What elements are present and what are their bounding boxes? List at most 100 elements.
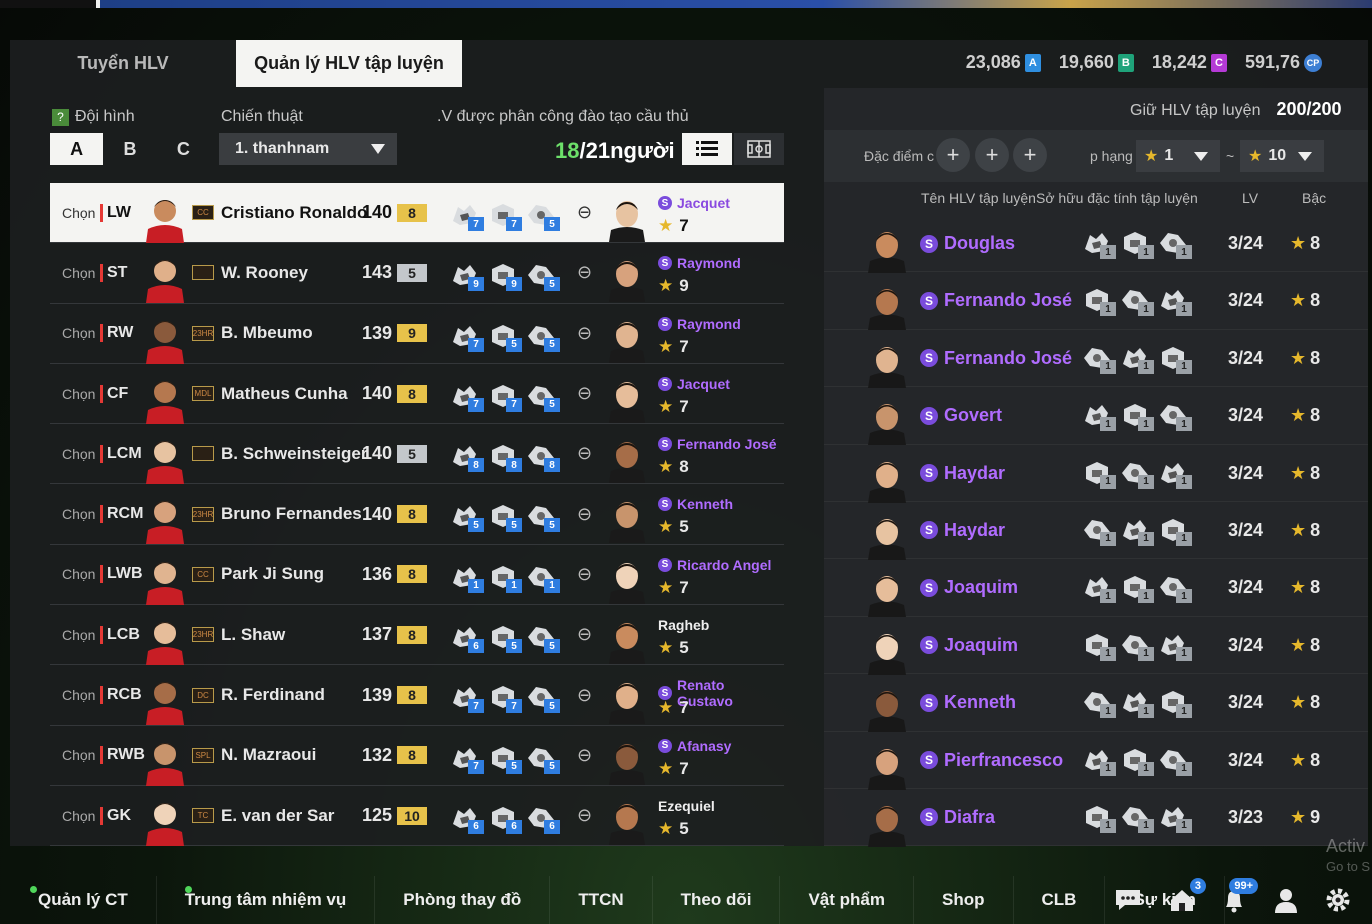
player-row[interactable]: Chọn ST W. Rooney 143 5 9 9 5 ⊖ S Raymond ★ 9 [50,243,784,304]
coach-star-value: 7 [679,336,689,356]
choose-button[interactable]: Chọn [62,386,95,402]
training-trait-icon: 1 [1082,631,1116,661]
list-view-button[interactable] [682,133,732,165]
assigned-coach-name: S Raymond [658,255,741,271]
tab-recruit-coach[interactable]: Tuyển HLV [10,40,236,87]
coach-row[interactable]: S Pierfrancesco 1 1 1 3/24 ★ 8 [824,732,1368,790]
special-coach-badge-icon: S [920,808,938,827]
coach-row[interactable]: S Diafra 1 1 1 3/23 ★ 9 [824,789,1368,847]
coach-row[interactable]: S Kenneth 1 1 1 3/24 ★ 8 [824,674,1368,733]
coach-row[interactable]: S Douglas 1 1 1 3/24 ★ 8 [824,215,1368,273]
coach-row[interactable]: S Joaquim 1 1 1 3/24 ★ 8 [824,559,1368,618]
col-owned-traits: Sở hữu đặc tính tập luyện [1036,190,1198,206]
choose-button[interactable]: Chọn [62,566,95,582]
bottom-nav-item[interactable]: Trung tâm nhiệm vụ [157,876,376,924]
bottom-nav-item[interactable]: Shop [914,876,1014,924]
coach-row[interactable]: S Fernando José 1 1 1 3/24 ★ 8 [824,330,1368,388]
squad-c-button[interactable]: C [157,133,210,165]
coach-row[interactable]: S Govert 1 1 1 3/24 ★ 8 [824,387,1368,446]
coach-row[interactable]: S Joaquim 1 1 1 3/24 ★ 8 [824,617,1368,675]
player-row[interactable]: Chọn LCM B. Schweinsteiger 140 5 8 8 8 ⊖ S Fernand… [50,424,784,485]
coach-star-rating: ★ 7 [658,698,689,718]
link-icon[interactable]: ⊖ [577,323,592,344]
star-icon: ★ [1290,347,1307,368]
choose-button[interactable]: Chọn [62,808,95,824]
link-icon[interactable]: ⊖ [577,685,592,706]
choose-button[interactable]: Chọn [62,627,95,643]
bottom-nav-item[interactable]: Phòng thay đồ [375,876,551,924]
player-row[interactable]: Chọn RW 23HR B. Mbeumo 139 9 7 5 5 ⊖ S Raymond ★ 7 [50,304,784,364]
choose-button[interactable]: Chọn [62,205,95,221]
bottom-nav-item[interactable]: Theo dõi [653,876,781,924]
player-row[interactable]: Chọn LWB CC Park Ji Sung 136 8 1 1 1 ⊖ S Ricardo An… [50,545,784,606]
link-icon[interactable]: ⊖ [577,202,592,223]
link-icon[interactable]: ⊖ [577,262,592,283]
link-icon[interactable]: ⊖ [577,564,592,585]
trait-level-badge: 1 [1100,245,1116,259]
coach-row[interactable]: S Fernando José 1 1 1 3/24 ★ 8 [824,272,1368,331]
player-row[interactable]: Chọn LW CC Cristiano Ronaldo 140 8 7 7 5 ⊖ S Jacque… [50,183,784,244]
player-row[interactable]: Chọn CF MDL Matheus Cunha 140 8 7 7 5 ⊖ S Jacquet ★ 7 [50,364,784,425]
trait-level-badge: 1 [1176,531,1192,546]
home-button[interactable]: 3 [1164,878,1206,920]
player-ovr: 140 [362,443,393,464]
add-feature-filter-2[interactable]: + [975,138,1009,172]
rank-from-select[interactable]: ★ 1 [1136,140,1220,172]
coach-owned-traits: 1 1 1 [1082,688,1192,719]
rank-to-select[interactable]: ★ 10 [1240,140,1324,172]
currency-cp-icon: CP [1304,53,1322,72]
link-icon[interactable]: ⊖ [577,383,592,404]
choose-button[interactable]: Chọn [62,325,95,341]
link-icon[interactable]: ⊖ [577,624,592,645]
link-icon[interactable]: ⊖ [577,443,592,464]
link-icon[interactable]: ⊖ [577,745,592,766]
link-icon[interactable]: ⊖ [577,805,592,826]
trait-level-badge: 1 [1100,417,1116,432]
squad-a-button[interactable]: A [50,133,104,165]
tactic-dropdown[interactable]: 1. thanhnam [219,133,397,165]
link-icon[interactable]: ⊖ [577,504,592,525]
chat-button[interactable] [1110,884,1146,920]
help-icon[interactable]: ? [52,109,69,126]
choose-button[interactable]: Chọn [62,747,95,763]
player-row[interactable]: Chọn RCB DC R. Ferdinand 139 8 7 7 5 ⊖ S Renato Gus… [50,665,784,726]
currency-b-icon: B [1117,53,1134,72]
special-coach-badge-icon: S [920,578,938,597]
coach-name: S Govert [920,405,1002,426]
bottom-nav-item[interactable]: CLB [1014,876,1106,924]
player-position: GK [100,806,131,825]
coach-avatar [607,433,647,484]
player-row[interactable]: Chọn LCB 23HR L. Shaw 137 8 6 5 5 ⊖ Ragheb ★ 5 [50,605,784,666]
choose-button[interactable]: Chọn [62,687,95,703]
add-feature-filter-3[interactable]: + [1013,138,1047,172]
star-icon: ★ [1290,806,1307,827]
choose-button[interactable]: Chọn [62,446,95,462]
upgrade-level-badge: 9 [397,324,427,343]
choose-button[interactable]: Chọn [62,265,95,281]
col-coach-name: Tên HLV tập luyện [921,190,1036,206]
player-row[interactable]: Chọn RCM 23HR Bruno Fernandes 140 8 5 5 5 ⊖ S Kenne… [50,484,784,545]
bottom-nav-item[interactable]: Quản lý CT [0,876,157,924]
squad-b-button[interactable]: B [103,133,156,165]
coach-level: 3/24 [1228,692,1264,713]
coach-row[interactable]: S Haydar 1 1 1 3/24 ★ 8 [824,445,1368,503]
coach-star-rating: ★ 7 [658,397,689,417]
player-avatar [142,492,188,545]
bottom-nav-item[interactable]: Vật phẩm [780,876,914,924]
player-row[interactable]: Chọn RWB SPL N. Mazraoui 132 8 7 5 5 ⊖ S Afanasy ★ 7 [50,726,784,786]
bottom-nav-item[interactable]: TTCN [550,876,653,924]
choose-button[interactable]: Chọn [62,506,95,522]
trait-level-badge: 1 [1100,589,1116,604]
training-trait-icon: 1 [488,563,522,593]
coach-avatar [607,614,647,665]
tab-manage-training-coach[interactable]: Quản lý HLV tập luyện [236,40,462,87]
pitch-view-button[interactable] [734,133,784,165]
bell-button[interactable]: 99+ [1216,878,1258,920]
chevron-down-icon [1298,152,1312,161]
profile-button[interactable] [1268,884,1304,920]
player-row[interactable]: Chọn GK TC E. van der Sar 125 10 6 6 6 ⊖ Ezequiel ★… [50,786,784,847]
add-feature-filter-1[interactable]: + [936,138,970,172]
settings-button[interactable] [1320,884,1356,920]
coach-tier: ★ 8 [1290,348,1320,369]
coach-row[interactable]: S Haydar 1 1 1 3/24 ★ 8 [824,502,1368,560]
